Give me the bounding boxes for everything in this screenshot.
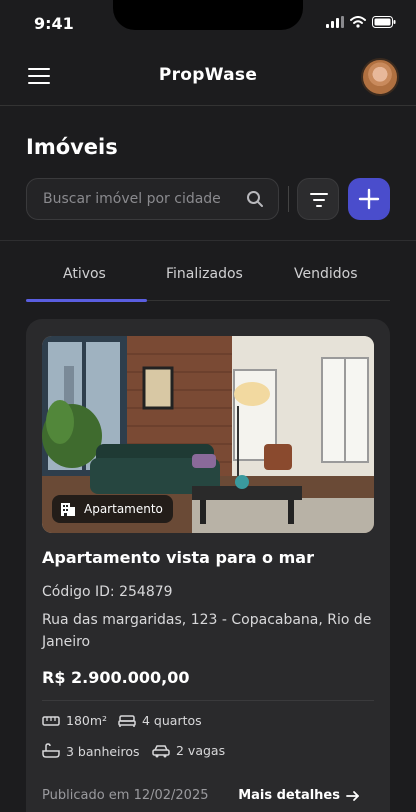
feature-parking-label: 2 vagas [176, 743, 226, 758]
feature-area-label: 180m² [66, 713, 108, 728]
status-icons [326, 16, 396, 28]
tab-ativos[interactable]: Ativos [63, 266, 106, 282]
add-property-button[interactable] [348, 178, 390, 220]
tab-vendidos[interactable]: Vendidos [294, 266, 358, 282]
feature-rooms-label: 4 quartos [142, 713, 202, 728]
active-tab-indicator [26, 299, 147, 302]
battery-icon [372, 16, 396, 28]
property-title: Apartamento vista para o mar [42, 548, 314, 567]
device-notch [113, 0, 303, 30]
ruler-icon [42, 715, 60, 726]
status-tabs: Ativos Finalizados Vendidos [26, 256, 390, 302]
feature-bathrooms-label: 3 banheiros [66, 743, 140, 759]
property-price: R$ 2.900.000,00 [42, 668, 190, 687]
details-link-label: Mais detalhes [238, 788, 340, 803]
arrow-right-icon [346, 790, 359, 801]
search-placeholder: Buscar imóvel por cidade [43, 191, 221, 207]
property-photo[interactable]: Apartamento [42, 336, 374, 533]
section-divider [0, 240, 416, 241]
published-date: Publicado em 12/02/2025 [42, 788, 209, 803]
status-time: 9:41 [34, 14, 74, 33]
search-input[interactable]: Buscar imóvel por cidade [26, 178, 279, 220]
page-title: Imóveis [26, 135, 118, 159]
filter-icon [310, 193, 328, 207]
wifi-icon [350, 16, 366, 28]
feature-rooms: 4 quartos [118, 713, 202, 728]
signal-icon [326, 16, 344, 28]
building-icon [61, 503, 75, 516]
feature-parking: 2 vagas [152, 743, 225, 758]
property-type-badge: Apartamento [52, 495, 173, 523]
bed-icon [118, 714, 136, 727]
plus-icon [358, 188, 380, 210]
card-divider [42, 700, 374, 701]
toolbar-divider [288, 186, 289, 212]
app-header: PropWase [0, 48, 416, 106]
status-bar: 9:41 [0, 0, 416, 48]
car-icon [152, 744, 170, 757]
details-link[interactable]: Mais detalhes [238, 788, 360, 803]
app-logo: PropWase [158, 65, 258, 85]
feature-bathrooms: 3 banheiros [42, 743, 140, 759]
avatar[interactable] [361, 58, 399, 96]
filter-button[interactable] [297, 178, 339, 220]
property-card[interactable]: Apartamento Apartamento vista para o mar… [26, 319, 390, 812]
property-type-label: Apartamento [84, 502, 163, 516]
property-address: Rua das margaridas, 123 - Copacabana, Ri… [42, 612, 372, 650]
feature-area: 180m² [42, 713, 107, 728]
search-icon[interactable] [246, 190, 264, 208]
tab-finalizados[interactable]: Finalizados [166, 266, 243, 282]
bathtub-icon [42, 743, 60, 758]
property-code: Código ID: 254879 [42, 584, 173, 600]
